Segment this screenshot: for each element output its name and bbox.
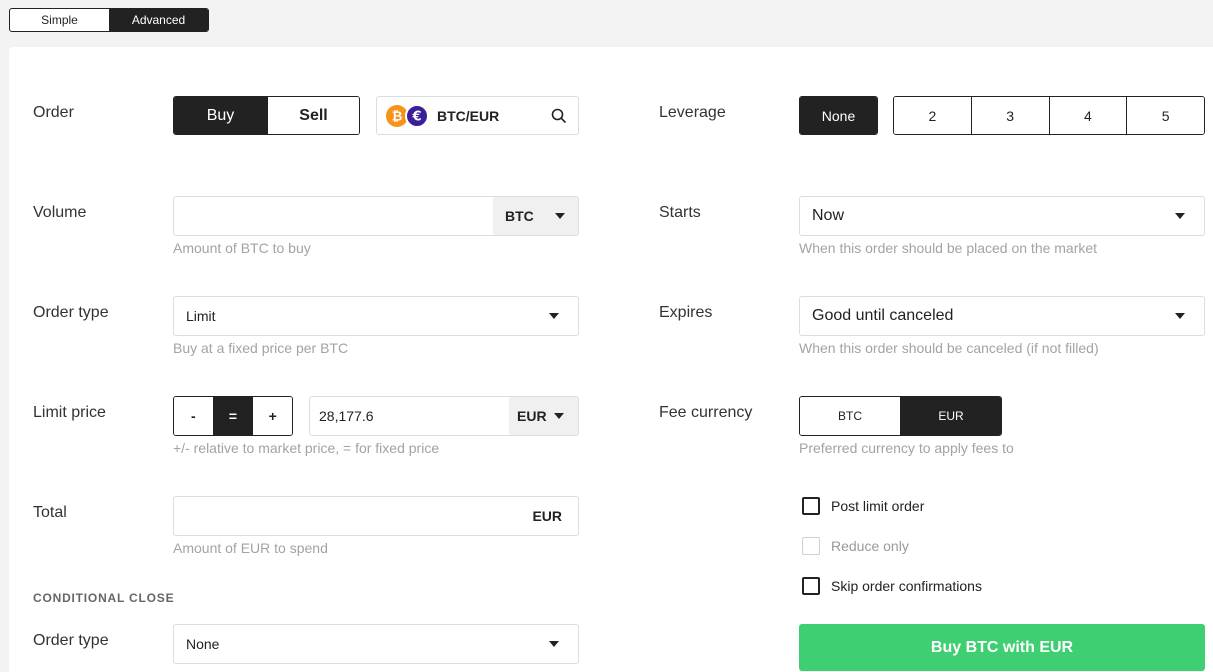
skip-confirm-option[interactable]: Skip order confirmations [802,577,982,595]
pair-label: BTC/EUR [437,107,500,124]
expires-select[interactable]: Good until canceled [799,296,1205,336]
fee-currency-toggle: BTC EUR [799,396,1002,436]
fee-currency-btc[interactable]: BTC [800,397,900,435]
order-type-hint: Buy at a fixed price per BTC [173,340,349,356]
buy-sell-toggle: Buy Sell [173,96,360,135]
buy-button[interactable]: Buy [174,97,267,134]
reduce-only-option: Reduce only [802,537,909,555]
leverage-none-group: None [799,96,878,135]
limit-price-input[interactable]: 28,177.6 [310,408,509,424]
total-unit: EUR [532,508,562,524]
starts-label: Starts [659,204,701,221]
leverage-option-2[interactable]: 2 [894,97,971,134]
svg-text:€: € [411,109,421,124]
svg-text:₿: ₿ [392,109,403,124]
limit-price-label: Limit price [33,404,106,421]
starts-value: Now [812,207,845,224]
sell-button[interactable]: Sell [267,97,359,134]
leverage-label: Leverage [659,104,726,121]
mode-toggle: Simple Advanced [9,8,209,32]
limit-price-field: 28,177.6 EUR [309,396,579,436]
volume-input[interactable] [174,197,493,235]
limit-price-hint: +/- relative to market price, = for fixe… [173,440,440,456]
chevron-down-icon [1175,313,1185,319]
search-icon[interactable] [551,108,567,124]
leverage-option-5[interactable]: 5 [1126,97,1204,134]
post-limit-checkbox[interactable] [802,497,820,515]
leverage-option-none[interactable]: None [800,97,877,134]
volume-label: Volume [33,204,87,221]
total-hint: Amount of EUR to spend [173,540,328,556]
order-type-value: Limit [186,308,216,324]
conditional-order-type-label: Order type [33,632,109,649]
total-field: EUR [173,496,579,536]
chevron-down-icon [555,213,565,219]
conditional-order-type-select[interactable]: None [173,624,579,664]
post-limit-label: Post limit order [831,498,925,514]
price-mode-toggle: - = + [173,396,293,436]
price-relative-minus-button[interactable]: - [174,397,213,435]
leverage-option-4[interactable]: 4 [1048,97,1127,134]
leverage-option-3[interactable]: 3 [970,97,1049,134]
tab-simple[interactable]: Simple [10,9,109,31]
expires-label: Expires [659,304,713,321]
pair-icons: ₿ € [386,103,430,128]
leverage-options: 2 3 4 5 [893,96,1205,135]
skip-confirm-label: Skip order confirmations [831,578,982,594]
conditional-order-type-value: None [186,636,220,652]
limit-price-currency-select[interactable]: EUR [509,397,578,435]
skip-confirm-checkbox[interactable] [802,577,820,595]
reduce-only-label: Reduce only [831,538,909,554]
expires-value: Good until canceled [812,307,954,324]
price-relative-plus-button[interactable]: + [252,397,292,435]
volume-hint: Amount of BTC to buy [173,240,311,256]
chevron-down-icon [549,641,559,647]
fee-currency-hint: Preferred currency to apply fees to [799,440,1014,456]
total-label: Total [33,504,67,521]
reduce-only-checkbox [802,537,820,555]
tab-advanced[interactable]: Advanced [109,9,208,31]
starts-select[interactable]: Now [799,196,1205,236]
euro-icon: € [405,103,429,128]
conditional-close-title: CONDITIONAL CLOSE [33,591,175,605]
fee-currency-eur[interactable]: EUR [900,397,1001,435]
volume-field: BTC [173,196,579,236]
order-label: Order [33,104,74,121]
chevron-down-icon [1175,213,1185,219]
volume-unit: BTC [505,208,534,224]
starts-hint: When this order should be placed on the … [799,240,1098,256]
order-form-panel [9,47,1213,672]
fee-currency-label: Fee currency [659,404,753,421]
chevron-down-icon [549,313,559,319]
pair-selector[interactable]: ₿ € BTC/EUR [376,96,579,135]
buy-submit-button[interactable]: Buy BTC with EUR [799,624,1205,671]
limit-price-unit: EUR [517,408,547,424]
chevron-down-icon [554,413,564,419]
total-input[interactable] [174,497,532,535]
order-type-label: Order type [33,304,109,321]
order-type-select[interactable]: Limit [173,296,579,336]
price-fixed-button[interactable]: = [212,397,253,435]
post-limit-option[interactable]: Post limit order [802,497,924,515]
expires-hint: When this order should be canceled (if n… [799,340,1099,356]
volume-unit-select[interactable]: BTC [493,197,578,235]
